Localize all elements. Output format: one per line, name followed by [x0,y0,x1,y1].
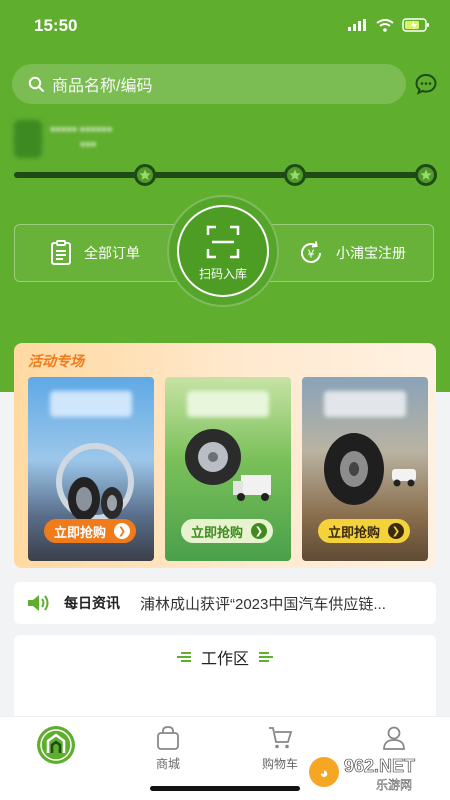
shopping-bag-icon [157,726,179,750]
signal-icon [348,19,366,31]
activity-section: 活动专场 立即抢购 ❯ 立即抢购 ❯ 立即抢购 ❯ [14,343,436,568]
buy-now-label: 立即抢购 [328,524,381,540]
speaker-icon [28,595,49,611]
promo-banner-blurred [324,391,406,417]
buy-now-button[interactable]: 立即抢购 ❯ [44,519,136,543]
promo-banner-blurred [187,391,269,417]
home-indicator [150,786,300,791]
chevron-right-icon: ❯ [114,523,130,539]
offroad-tire-image [324,433,416,505]
news-headline[interactable]: 浦林成山获评“2023中国汽车供应链... [140,593,420,614]
status-bar: 15:50 [0,0,450,52]
buy-now-label: 立即抢购 [54,524,107,540]
watermark-text: 962.NET [344,756,415,776]
chevron-right-icon: ❯ [251,523,267,539]
buy-now-label: 立即抢购 [191,524,244,540]
message-icon[interactable] [414,72,438,96]
tire-image [56,443,134,521]
cart-icon [269,727,293,749]
promo-card-3[interactable]: 立即抢购 ❯ [302,377,428,561]
nav-mall[interactable]: 商城 [128,725,208,772]
activity-title: 活动专场 [28,353,84,369]
scan-in-label: 扫码入库 [198,267,247,281]
daily-news-label: 每日资讯 [64,595,120,611]
all-orders-label: 全部订单 [84,245,140,261]
all-orders-button[interactable]: 全部订单 [50,240,140,266]
title-decoration-icon [259,652,273,662]
search-icon [28,76,44,92]
wifi-icon [376,18,394,32]
nav-cart-label: 购物车 [261,757,298,771]
scan-icon [206,225,240,259]
avatar [14,120,42,158]
scan-in-button[interactable]: 扫码入库 [177,205,269,297]
buy-now-button[interactable]: 立即抢购 ❯ [181,519,273,543]
watermark-subtext: 乐游网 [376,778,412,792]
nav-mall-label: 商城 [155,757,180,771]
workspace-header: 工作区 [14,645,436,669]
status-icons [348,18,430,32]
nav-home[interactable] [16,725,96,765]
user-details-blurred: ■■■■■ ■■■■■■ ■■■ [50,124,113,149]
level-progress-track [14,172,432,178]
order-list-icon [51,240,71,265]
register-label: 小浦宝注册 [336,245,406,261]
level-star-icon [284,164,306,186]
daily-news-bar[interactable]: 每日资讯 浦林成山获评“2023中国汽车供应链... [14,582,436,624]
level-star-icon [134,164,156,186]
tire-truck-image [185,429,271,501]
site-watermark: ◕ 962.NET 乐游网 [309,756,415,792]
promo-card-1[interactable]: 立即抢购 ❯ [28,377,154,561]
home-logo-icon [37,726,75,764]
search-placeholder: 商品名称/编码 [52,78,153,95]
level-star-icon [415,164,437,186]
workspace-title: 工作区 [200,651,249,668]
status-time: 15:50 [34,16,78,35]
chevron-right-icon: ❯ [388,523,404,539]
user-icon [383,726,405,750]
user-info[interactable]: ■■■■■ ■■■■■■ ■■■ [14,120,214,160]
svg-text:◕: ◕ [319,765,328,782]
buy-now-button[interactable]: 立即抢购 ❯ [318,519,410,543]
promo-card-2[interactable]: 立即抢购 ❯ [165,377,291,561]
battery-icon [402,18,429,32]
nav-profile[interactable] [354,725,434,751]
title-decoration-icon [176,652,191,662]
search-bar[interactable]: 商品名称/编码 [12,64,406,104]
yuan-refresh-icon: ¥ [301,241,321,263]
svg-text:¥: ¥ [308,248,315,261]
promo-banner-blurred [50,391,132,417]
register-button[interactable]: ¥ 小浦宝注册 [298,240,406,266]
